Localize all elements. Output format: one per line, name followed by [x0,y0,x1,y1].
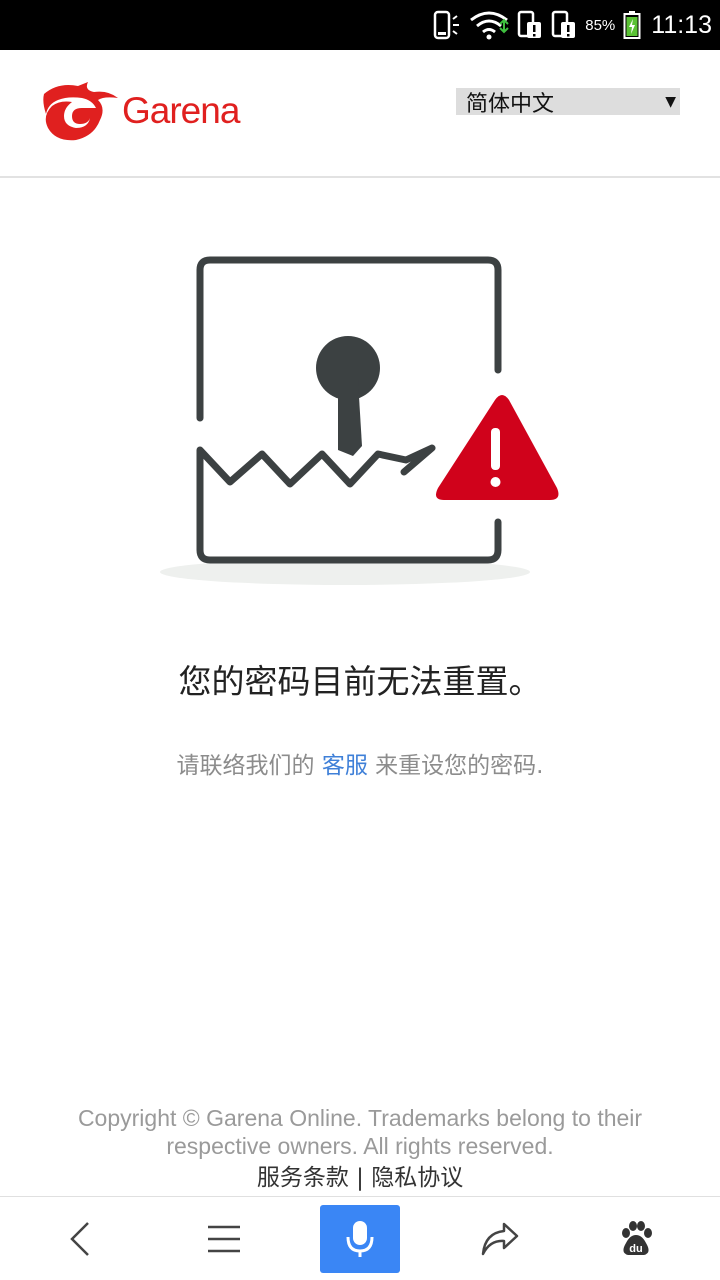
back-icon [70,1222,89,1256]
back-button[interactable] [20,1197,140,1280]
baidu-button[interactable]: du [576,1197,696,1280]
wifi-icon [470,11,509,40]
garena-dragon-icon [43,82,119,141]
phone-vibrate-icon [434,10,460,40]
terms-link[interactable]: 服务条款 [257,1165,349,1191]
sim-alert-icon [552,10,576,38]
clock: 11:13 [651,10,712,39]
language-select[interactable]: 简体中文 ▼ [456,88,680,117]
privacy-link[interactable]: 隐私协议 [371,1165,463,1191]
footer-separator: | [356,1165,364,1191]
language-select-value: 简体中文 [466,91,555,117]
keyhole-stem [338,380,362,456]
garena-logo[interactable]: Garena [38,80,258,148]
microphone-icon [346,1221,374,1257]
battery-charging-icon [623,11,641,39]
bottom-nav: du [0,1196,720,1280]
status-icons: 85% 11:13 [433,0,712,50]
status-bar: 85% 11:13 [0,0,720,50]
broken-lock-document-icon [160,256,559,585]
error-subtitle: 请联络我们的 客服 来重设您的密码. [0,746,720,780]
screen: 85% 11:13 Garena 简体中文 ▼ 您的密码目前无法重置。 请联络我… [0,0,720,1280]
header: Garena 简体中文 ▼ [0,50,720,178]
share-icon [481,1222,519,1256]
voice-search-button[interactable] [320,1205,400,1273]
warning-triangle-icon [436,395,559,500]
subtitle-after: 来重设您的密码. [375,753,544,779]
baidu-paw-icon: du [622,1221,652,1255]
customer-service-link[interactable]: 客服 [322,753,368,779]
subtitle-before: 请联络我们的 [176,753,315,779]
svg-text:du: du [629,1243,642,1255]
error-title: 您的密码目前无法重置。 [178,662,542,701]
zigzag-tear [196,444,436,488]
battery-percent: 85% [585,16,616,34]
menu-icon [208,1225,240,1253]
copyright-text: Copyright © Garena Online. Trademarks be… [77,1105,643,1159]
menu-button[interactable] [164,1197,284,1280]
sim-alert-icon [518,10,542,38]
share-button[interactable] [440,1197,560,1280]
caret-down-icon: ▼ [665,93,676,110]
logo-text: Garena [122,90,240,131]
footer-links: 服务条款 | 隐私协议 [0,1158,720,1192]
